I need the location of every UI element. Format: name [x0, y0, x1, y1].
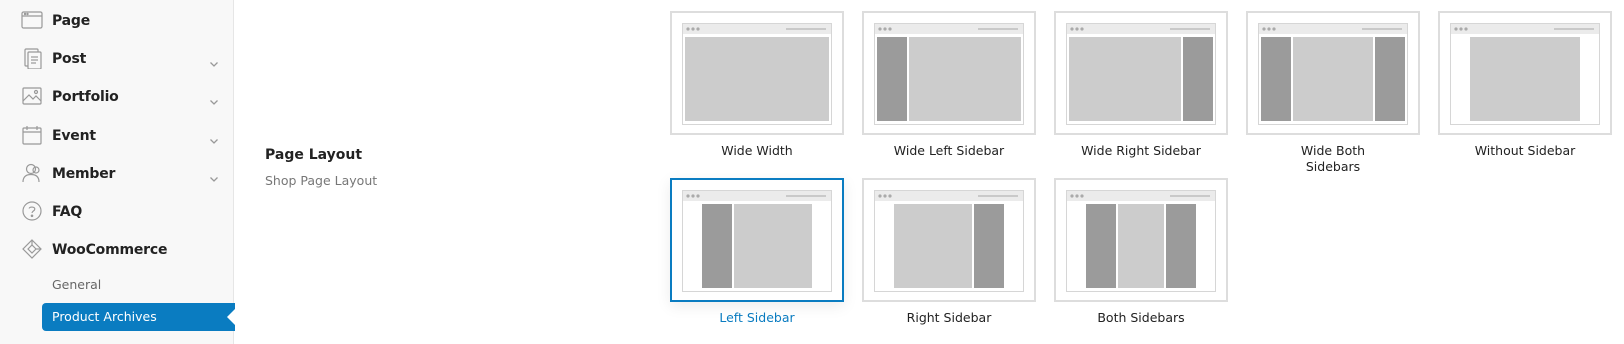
layout-option-boxed-none[interactable]: Without Sidebar	[1438, 11, 1612, 159]
layout-preview[interactable]	[1246, 11, 1420, 135]
menu-item-label: Page	[52, 13, 91, 29]
layout-preview[interactable]	[670, 11, 844, 135]
faq-icon	[21, 200, 43, 222]
layout-preview[interactable]	[1054, 178, 1228, 302]
menu-item-label: Post	[52, 51, 87, 67]
menu-item-woocommerce[interactable]: WooCommerce	[0, 235, 234, 265]
menu-item-event[interactable]: Event	[0, 121, 234, 151]
layout-preview[interactable]	[1438, 11, 1612, 135]
layout-preview[interactable]	[1054, 11, 1228, 135]
menu-item-faq[interactable]: FAQ	[0, 197, 234, 227]
layout-option-boxed-both[interactable]: Both Sidebars	[1054, 178, 1228, 326]
layout-option-label: Wide Both Sidebars	[1300, 143, 1366, 174]
submenu-item-general[interactable]: General	[0, 271, 234, 299]
admin-sidebar: Page Post Portfolio Event Member FAQ Woo…	[0, 0, 235, 344]
chevron-down-icon[interactable]	[209, 131, 219, 144]
member-icon	[21, 162, 43, 184]
menu-item-label: Event	[52, 128, 96, 144]
menu-item-label: Member	[52, 166, 116, 182]
post-icon	[21, 47, 43, 70]
chevron-down-icon[interactable]	[209, 169, 219, 182]
layout-option-label: Without Sidebar	[1474, 143, 1576, 158]
event-icon	[21, 124, 43, 146]
submenu-item-product-archives[interactable]: Product Archives	[42, 303, 235, 331]
menu-item-label: FAQ	[52, 204, 83, 220]
setting-title: Page Layout	[265, 147, 363, 163]
setting-description: Shop Page Layout	[265, 173, 378, 188]
chevron-down-icon[interactable]	[209, 92, 219, 105]
menu-item-member[interactable]: Member	[0, 159, 234, 189]
layout-option-label: Left Sidebar	[719, 310, 795, 325]
layout-option-label: Wide Width	[721, 143, 793, 158]
layout-option-wide-right[interactable]: Wide Right Sidebar	[1054, 11, 1228, 159]
portfolio-icon	[21, 85, 43, 107]
layout-option-boxed-left[interactable]: Left Sidebar	[670, 178, 844, 326]
woocommerce-icon	[21, 238, 43, 260]
layout-option-label: Both Sidebars	[1097, 310, 1185, 325]
submenu-item-label: Product Archives	[52, 309, 157, 324]
menu-item-page[interactable]: Page	[0, 6, 234, 36]
active-indicator-arrow	[227, 309, 235, 325]
submenu-item-label: General	[52, 277, 102, 292]
layout-option-label: Wide Right Sidebar	[1081, 143, 1201, 158]
layout-option-label: Wide Left Sidebar	[893, 143, 1005, 158]
layout-option-wide-left[interactable]: Wide Left Sidebar	[862, 11, 1036, 159]
layout-option-wide-full[interactable]: Wide Width	[670, 11, 844, 159]
layout-option-wide-both[interactable]: Wide Both Sidebars	[1246, 11, 1420, 175]
menu-item-portfolio[interactable]: Portfolio	[0, 82, 234, 112]
layout-option-label: Right Sidebar	[906, 310, 992, 325]
menu-item-label: Portfolio	[52, 89, 119, 105]
menu-item-label: WooCommerce	[52, 242, 168, 258]
page-icon	[21, 9, 43, 31]
menu-item-post[interactable]: Post	[0, 44, 234, 74]
layout-option-boxed-right[interactable]: Right Sidebar	[862, 178, 1036, 326]
chevron-down-icon[interactable]	[209, 54, 219, 67]
layout-preview[interactable]	[670, 178, 844, 302]
layout-preview[interactable]	[862, 11, 1036, 135]
layout-preview[interactable]	[862, 178, 1036, 302]
